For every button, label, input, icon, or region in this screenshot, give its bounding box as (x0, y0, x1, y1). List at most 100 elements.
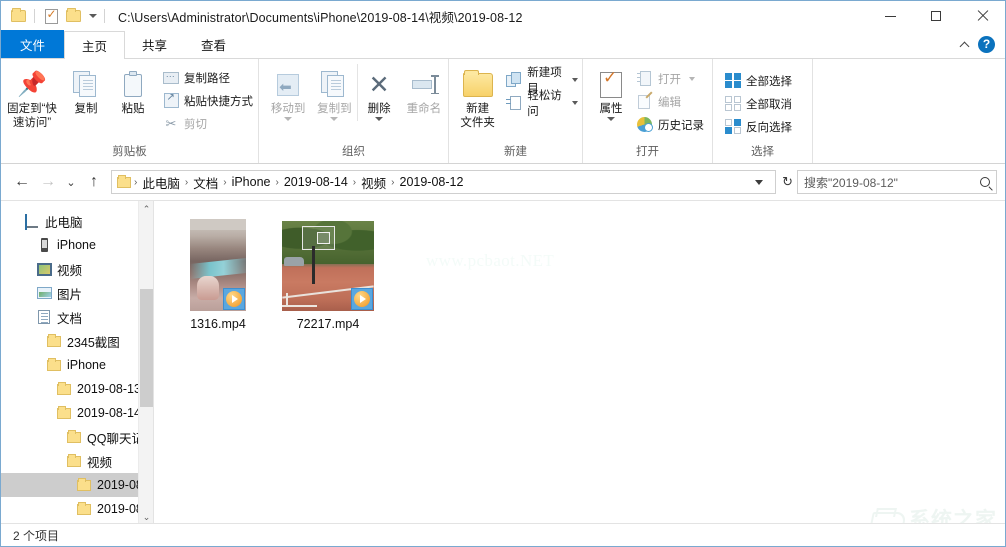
sidebar-item-qq-chat-records[interactable]: QQ聊天记录 (1, 425, 153, 449)
sidebar-item-videos[interactable]: 视频 (1, 257, 153, 281)
qat-folder-icon[interactable] (9, 7, 27, 25)
sidebar-item-this-pc[interactable]: 此电脑 (1, 209, 153, 233)
breadcrumb-item-0[interactable]: 此电脑 (138, 173, 184, 192)
tab-share[interactable]: 共享 (125, 30, 184, 58)
open-button[interactable]: 打开 (633, 68, 708, 89)
chevron-up-icon[interactable] (961, 40, 970, 49)
copy-to-button[interactable]: 复制到 (311, 64, 357, 121)
file-item[interactable]: 1316.mp4 (168, 213, 268, 331)
file-items: 1316.mp4 72217.mp4 (154, 201, 1005, 331)
new-item-chevron-down-icon[interactable] (572, 77, 578, 82)
close-button[interactable] (959, 1, 1005, 31)
sidebar-item-iphone[interactable]: iPhone (1, 233, 153, 257)
invert-selection-button[interactable]: 反向选择 (721, 116, 796, 137)
file-item[interactable]: 72217.mp4 (278, 213, 378, 331)
invert-selection-label: 反向选择 (746, 121, 792, 134)
open-chevron-down-icon[interactable] (689, 76, 695, 81)
sidebar-item-videos-folder[interactable]: 视频 (1, 449, 153, 473)
sidebar-item-label: 文档 (57, 311, 83, 326)
sidebar-item-2019-08-12-selected[interactable]: 2019-08- (1, 473, 153, 497)
cut-button[interactable]: ✂ 剪切 (159, 113, 257, 134)
qat-customize-chevron-down-icon[interactable] (89, 14, 97, 18)
recent-locations-chevron-down-icon[interactable]: ⌄ (61, 169, 81, 195)
navigation-pane[interactable]: 此电脑 iPhone 视频 图片 文档 2345截图 iPhone 2019-0… (1, 201, 153, 526)
video-thumbnail (282, 221, 374, 311)
computer-icon (23, 213, 41, 230)
history-button[interactable]: 历史记录 (633, 114, 708, 135)
search-box[interactable]: 搜索"2019-08-12" (797, 170, 997, 194)
file-list-view[interactable]: 1316.mp4 72217.mp4 (153, 201, 1005, 525)
breadcrumb-item-4[interactable]: 视频 (357, 173, 390, 192)
properties-chevron-down-icon[interactable] (607, 117, 615, 121)
navigation-scrollbar[interactable]: ⌃ ⌄ (138, 201, 153, 526)
breadcrumb-item-1[interactable]: 文档 (189, 173, 222, 192)
tab-home[interactable]: 主页 (64, 31, 126, 59)
up-button[interactable]: ↑ (81, 169, 107, 195)
paste-shortcut-button[interactable]: 粘贴快捷方式 (159, 90, 257, 111)
ribbon-group-label-select: 选择 (751, 146, 774, 158)
delete-button[interactable]: ✕ 删除 (357, 64, 399, 121)
sidebar-item-2019-08-14[interactable]: 2019-08-14 (1, 401, 153, 425)
refresh-button[interactable]: ↻ (782, 174, 797, 190)
help-icon[interactable]: ? (978, 35, 995, 53)
ribbon-filler (813, 59, 1005, 163)
copy-path-button[interactable]: 复制路径 (159, 67, 257, 88)
breadcrumb-item-5[interactable]: 2019-08-12 (396, 175, 468, 189)
qat-properties-icon[interactable] (42, 7, 60, 25)
properties-button[interactable]: 属性 (591, 64, 631, 121)
easy-access-button[interactable]: 轻松访问 (502, 90, 582, 118)
pin-to-quick-access-button[interactable]: 📌 固定到“快 速访问” (1, 64, 63, 130)
sidebar-item-documents[interactable]: 文档 (1, 305, 153, 329)
folder-icon (75, 477, 93, 493)
search-input[interactable]: 搜索"2019-08-12" (804, 174, 980, 191)
rename-button[interactable]: 重命名 (400, 64, 448, 116)
sidebar-item-label: 视频 (57, 263, 83, 278)
sidebar-item-iphone-folder[interactable]: iPhone (1, 353, 153, 377)
select-none-label: 全部取消 (746, 98, 792, 111)
folder-icon (45, 357, 63, 373)
forward-button[interactable]: → (35, 169, 61, 195)
delete-icon: ✕ (368, 70, 390, 99)
copy-to-chevron-down-icon[interactable] (330, 117, 339, 121)
new-folder-button[interactable]: 新建 文件夹 (457, 64, 498, 130)
paste-button[interactable]: 粘贴 (109, 64, 157, 116)
sidebar-item-2019-08-13[interactable]: 2019-08-13 (1, 377, 153, 401)
breadcrumb-chevron-down-icon[interactable] (755, 179, 764, 185)
sidebar-item-2345screenshot[interactable]: 2345截图 (1, 329, 153, 353)
scrollbar-thumb[interactable] (140, 289, 153, 407)
scroll-up-button[interactable]: ⌃ (139, 201, 153, 218)
edit-button[interactable]: 编辑 (633, 90, 708, 112)
easy-access-chevron-down-icon[interactable] (572, 100, 578, 105)
select-all-button[interactable]: 全部选择 (721, 70, 796, 91)
sidebar-item-label: iPhone (57, 238, 96, 252)
qat-new-folder-icon[interactable] (64, 7, 82, 25)
sidebar-item-pictures[interactable]: 图片 (1, 281, 153, 305)
move-to-chevron-down-icon[interactable] (284, 117, 293, 121)
select-none-button[interactable]: 全部取消 (721, 93, 796, 114)
breadcrumb-item-3[interactable]: 2019-08-14 (280, 175, 352, 189)
rename-icon (410, 68, 439, 102)
properties-label: 属性 (599, 103, 623, 115)
edit-icon (637, 90, 653, 110)
tab-view[interactable]: 查看 (184, 30, 243, 58)
breadcrumb[interactable]: › 此电脑 › 文档 › iPhone › 2019-08-14 › 视频 › … (111, 170, 777, 194)
properties-icon (600, 68, 622, 102)
copy-button[interactable]: 复制 (63, 64, 109, 116)
delete-chevron-down-icon[interactable] (375, 117, 384, 121)
select-all-label: 全部选择 (746, 75, 792, 88)
file-thumbnail-wrap (190, 213, 246, 311)
move-to-button[interactable]: ⬅ 移动到 (265, 64, 311, 121)
folder-icon (55, 381, 73, 397)
play-badge-icon (351, 288, 373, 310)
phone-icon (35, 237, 53, 253)
back-button[interactable]: ← (9, 169, 35, 195)
ribbon-tab-actions: ? (961, 30, 1005, 58)
select-none-icon (725, 95, 741, 112)
sidebar-item-2019-08-other[interactable]: 2019-08- (1, 497, 153, 521)
pin-icon: 📌 (17, 71, 47, 98)
search-icon[interactable] (980, 177, 990, 187)
minimize-button[interactable] (867, 1, 913, 31)
maximize-button[interactable] (913, 1, 959, 31)
tab-file[interactable]: 文件 (1, 30, 65, 58)
breadcrumb-item-2[interactable]: iPhone (228, 175, 275, 189)
